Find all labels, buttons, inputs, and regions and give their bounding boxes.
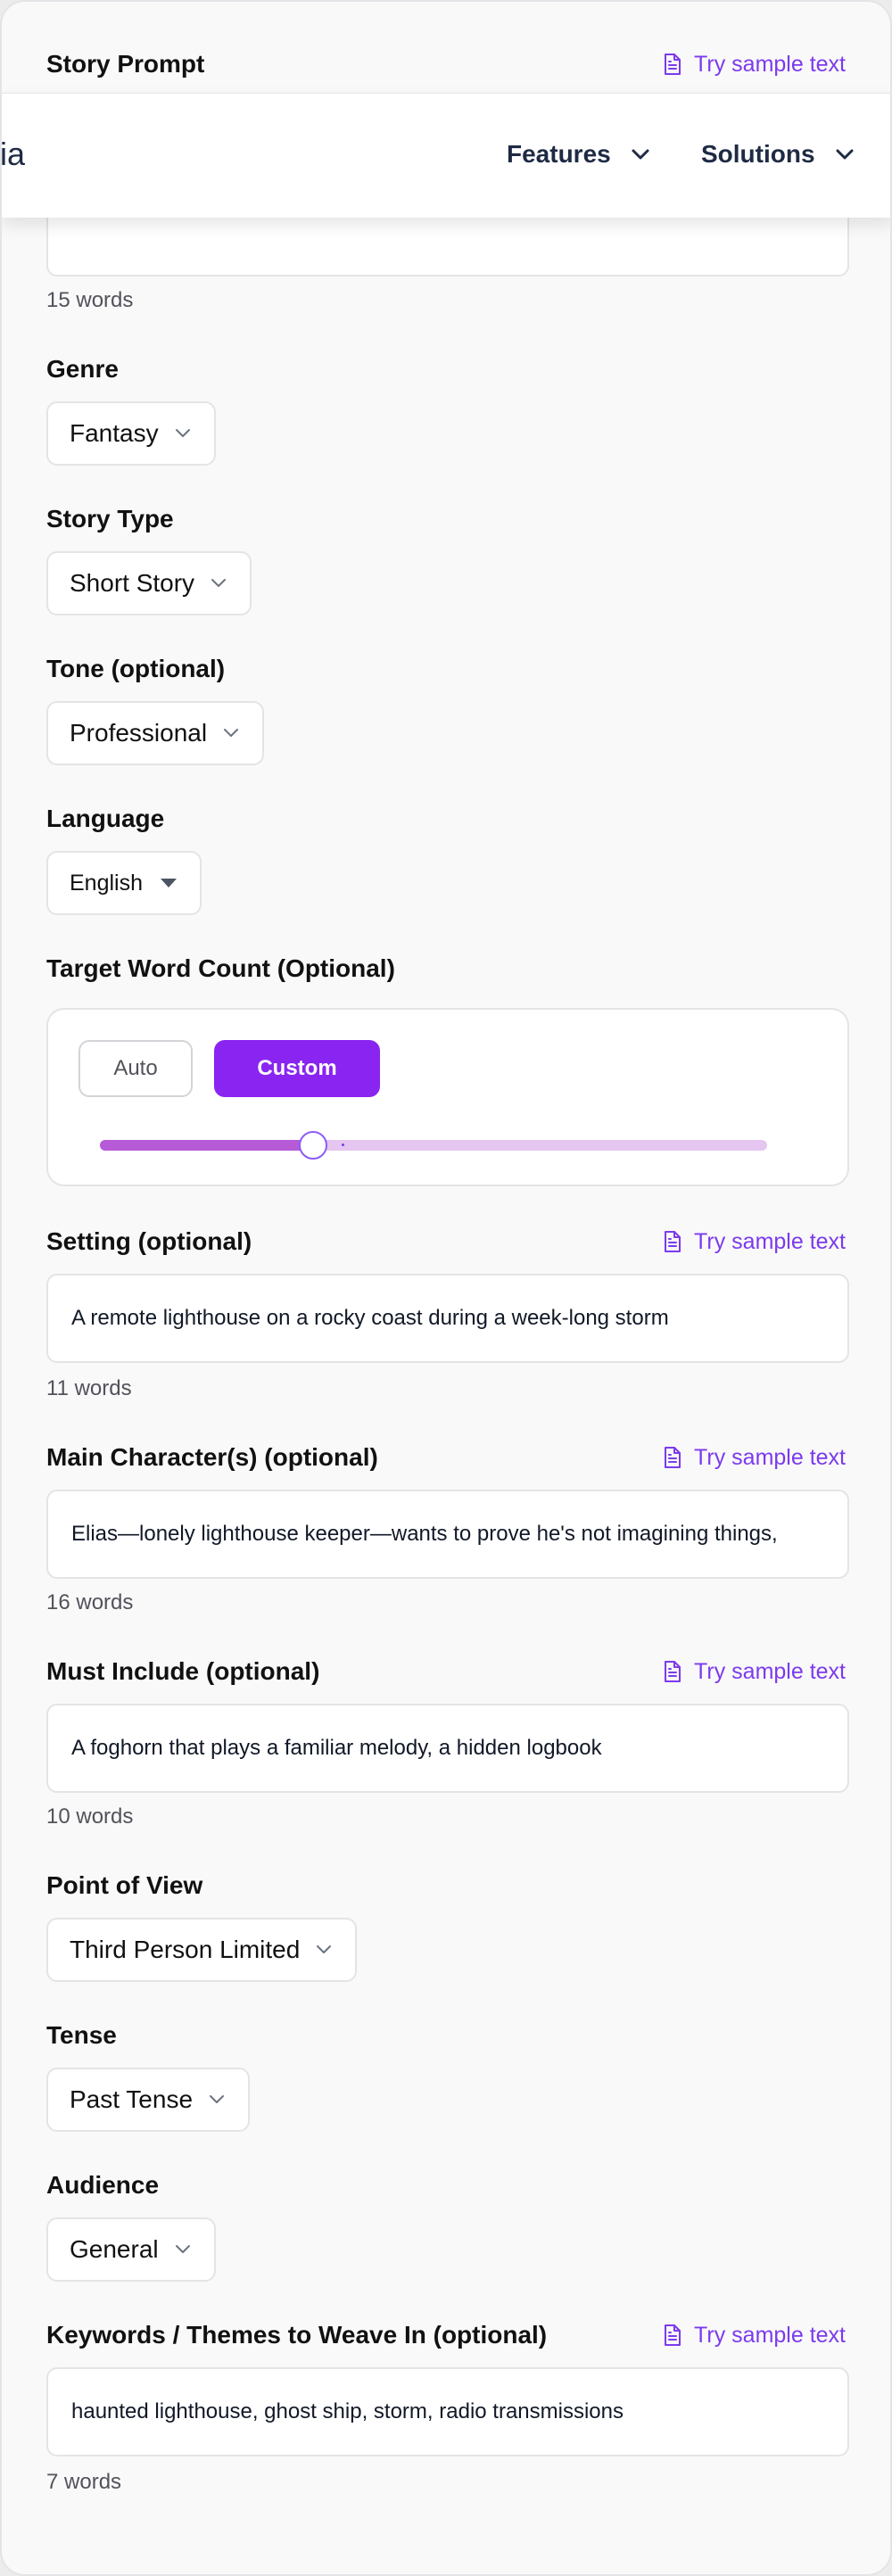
tense-value: Past Tense [70,2085,194,2113]
tense-label: Tense [46,2021,117,2049]
document-icon [665,2324,681,2346]
tense-select[interactable]: Past Tense [46,2068,251,2132]
story-prompt-sample-link[interactable]: Try sample text [662,48,846,80]
custom-button[interactable]: Custom [214,1040,380,1097]
must-include-input[interactable]: A foghorn that plays a familiar melody, … [46,1704,849,1793]
genre-select[interactable]: Fantasy [46,401,216,466]
chevron-down-icon [317,1945,332,1953]
story-type-value: Short Story [70,569,195,597]
chevron-down-icon [211,579,227,587]
main-characters-input[interactable]: Elias—lonely lighthouse keeper—wants to … [46,1490,849,1579]
sample-link-text: Try sample text [694,52,846,77]
setting-sample-link[interactable]: Try sample text [662,1226,846,1258]
tone-label: Tone (optional) [46,655,226,682]
document-icon [665,1661,681,1682]
target-word-count-label: Target Word Count (Optional) [46,954,395,982]
audience-select[interactable]: General [46,2217,216,2282]
keywords-input[interactable]: haunted lighthouse, ghost ship, storm, r… [46,2367,849,2456]
must-include-word-count: 10 words [46,1804,134,1829]
nav-solutions-label: Solutions [701,140,815,168]
auto-button[interactable]: Auto [78,1040,193,1097]
logo-text[interactable]: ia [2,136,25,172]
word-count-slider-fill [100,1140,314,1151]
main-characters-sample-link[interactable]: Try sample text [662,1441,846,1474]
point-of-view-label: Point of View [46,1871,203,1899]
must-include-label: Must Include (optional) [46,1657,320,1685]
nav-solutions[interactable]: Solutions [701,138,855,170]
chevron-down-icon [175,2245,190,2253]
setting-word-count: 11 words [46,1376,132,1400]
slider-tick-mark [342,1144,345,1146]
nav-features[interactable]: Features [507,138,650,170]
sample-link-text: Try sample text [694,2323,846,2348]
nav-features-label: Features [507,140,611,168]
sample-link-text: Try sample text [694,1445,846,1470]
story-prompt-word-count: 15 words [46,288,134,312]
chevron-down-icon [632,149,649,160]
chevron-down-icon [175,429,190,437]
main-characters-word-count: 16 words [46,1590,134,1614]
language-value: English [70,870,143,896]
genre-label: Genre [46,355,119,383]
keywords-word-count: 7 words [46,2470,122,2494]
tone-select[interactable]: Professional [46,701,265,765]
top-navbar: ia Features Solutions [2,93,890,218]
sample-link-text: Try sample text [694,1229,846,1254]
story-form-card: Story Prompt Try sample text ia Features… [0,0,892,2576]
genre-value: Fantasy [70,419,159,447]
audience-label: Audience [46,2171,160,2199]
story-type-select[interactable]: Short Story [46,551,252,615]
word-count-slider-track[interactable] [100,1131,767,1160]
word-count-panel: Auto Custom [46,1008,849,1186]
story-type-label: Story Type [46,505,174,533]
caret-down-icon [161,879,177,888]
language-label: Language [46,805,165,832]
document-icon [665,54,681,75]
document-icon [665,1447,681,1468]
word-count-slider-thumb[interactable] [299,1131,328,1160]
story-prompt-label: Story Prompt [46,50,205,78]
chevron-down-icon [836,149,854,160]
main-characters-label: Main Character(s) (optional) [46,1443,378,1471]
setting-label: Setting (optional) [46,1227,252,1255]
tone-value: Professional [70,719,208,747]
chevron-down-icon [224,729,239,737]
document-icon [665,1231,681,1252]
keywords-sample-link[interactable]: Try sample text [662,2319,846,2351]
language-select[interactable]: English [46,851,202,915]
audience-value: General [70,2235,159,2263]
point-of-view-select[interactable]: Third Person Limited [46,1918,358,1982]
must-include-sample-link[interactable]: Try sample text [662,1655,846,1688]
setting-input[interactable]: A remote lighthouse on a rocky coast dur… [46,1274,849,1363]
sample-link-text: Try sample text [694,1659,846,1684]
point-of-view-value: Third Person Limited [70,1936,301,1963]
chevron-down-icon [210,2095,225,2103]
keywords-label: Keywords / Themes to Weave In (optional) [46,2321,548,2349]
